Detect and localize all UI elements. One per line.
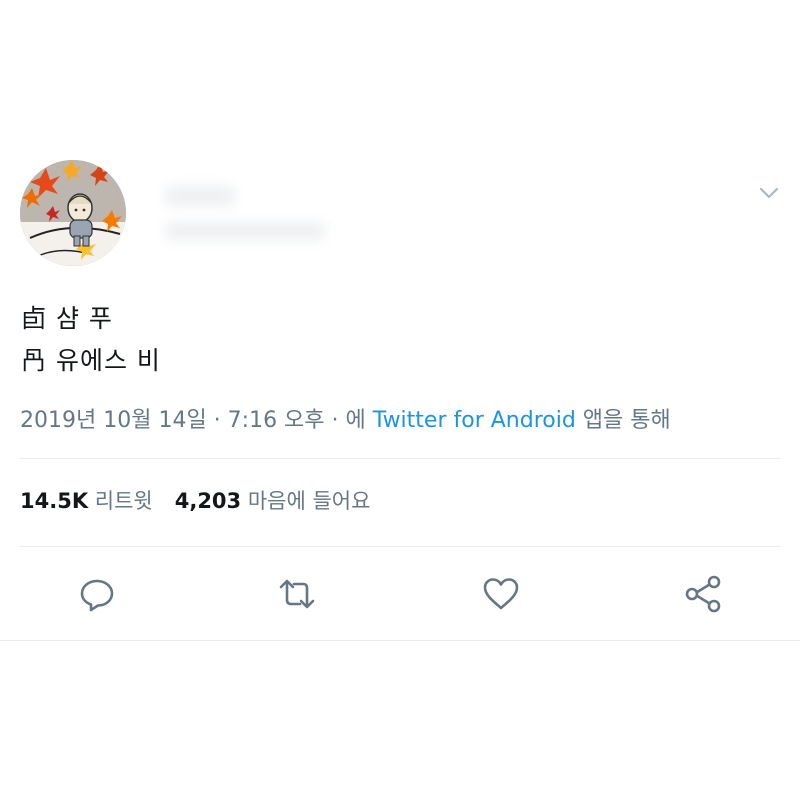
divider bbox=[20, 458, 780, 459]
avatar[interactable] bbox=[20, 160, 126, 266]
tweet-stats: 14.5K 리트윗 4,203 마음에 들어요 bbox=[20, 485, 370, 515]
chevron-down-icon[interactable] bbox=[756, 180, 782, 206]
likes-stat[interactable]: 4,203 마음에 들어요 bbox=[175, 489, 371, 513]
tweet-metadata: 2019년 10월 14일 · 7:16 오후 · 에 Twitter for … bbox=[20, 402, 671, 434]
source-app-link[interactable]: Twitter for Android bbox=[373, 408, 576, 433]
source-suffix: 앱을 통해 bbox=[575, 408, 671, 433]
retweets-stat[interactable]: 14.5K 리트윗 bbox=[20, 489, 153, 513]
share-icon[interactable] bbox=[683, 574, 723, 614]
tweet-text-line: 冎 유에스 비 bbox=[21, 346, 161, 375]
tweet-text-line: 卣 샴 푸 bbox=[21, 304, 113, 333]
avatar-illustration bbox=[20, 160, 126, 266]
tweet-text: 卣 샴 푸 冎 유에스 비 bbox=[21, 298, 161, 382]
retweet-icon[interactable] bbox=[277, 574, 317, 614]
likes-count: 4,203 bbox=[174, 489, 242, 513]
action-bar bbox=[0, 566, 800, 622]
tweet-detail-page: 卣 샴 푸 冎 유에스 비 2019년 10월 14일 · 7:16 오후 · … bbox=[0, 0, 800, 800]
divider bbox=[20, 546, 780, 547]
retweets-count: 14.5K bbox=[20, 489, 89, 513]
retweets-label: 리트윗 bbox=[88, 489, 153, 513]
tweet-datetime[interactable]: 2019년 10월 14일 · 7:16 오후 · 에 bbox=[20, 408, 373, 433]
divider bbox=[0, 640, 800, 641]
reply-icon[interactable] bbox=[77, 574, 117, 614]
heart-icon[interactable] bbox=[481, 574, 521, 614]
user-name-redacted[interactable] bbox=[165, 180, 335, 250]
likes-label: 마음에 들어요 bbox=[241, 489, 371, 513]
